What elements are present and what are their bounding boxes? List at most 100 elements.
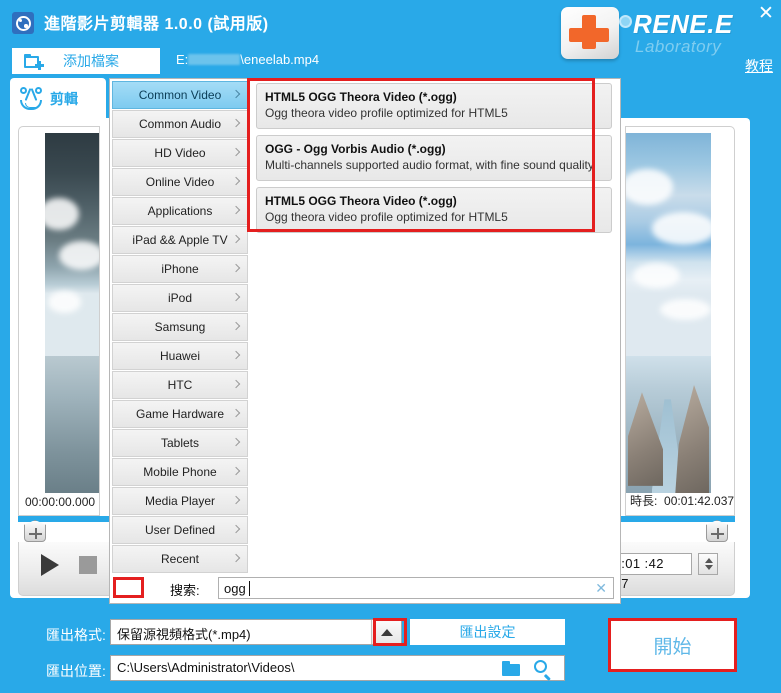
- logo-name: RENE.E: [633, 9, 733, 39]
- format-category-item[interactable]: Applications: [112, 197, 248, 225]
- close-icon[interactable]: ✕: [755, 4, 777, 26]
- export-format-value: 保留源視頻格式(*.mp4): [117, 627, 251, 642]
- chevron-right-icon: [231, 466, 241, 476]
- format-category-label: Online Video: [145, 175, 215, 189]
- format-category-label: Common Audio: [138, 117, 222, 131]
- format-category-item[interactable]: iPad && Apple TV: [112, 226, 248, 254]
- loaded-file-path: E: \eneelab.mp4: [176, 52, 319, 67]
- format-item-title: HTML5 OGG Theora Video (*.ogg): [265, 90, 457, 104]
- play-icon[interactable]: [41, 554, 59, 576]
- preview-start-frame: 00:00:00.000: [18, 126, 100, 516]
- application-window: 進階影片剪輯器 1.0.0 (試用版) RENE.E Laboratory ✕ …: [0, 0, 781, 693]
- chevron-right-icon: [231, 321, 241, 331]
- format-item-description: Multi-channels supported audio format, w…: [265, 158, 594, 172]
- chevron-right-icon: [231, 437, 241, 447]
- tab-edit-label: 剪輯: [50, 91, 78, 107]
- format-category-item[interactable]: Recent: [112, 545, 248, 573]
- format-category-label: Huawei: [159, 349, 201, 363]
- brand-logo: RENE.E Laboratory: [543, 3, 753, 71]
- stop-icon[interactable]: [79, 556, 97, 574]
- format-item-title: HTML5 OGG Theora Video (*.ogg): [265, 194, 457, 208]
- format-category-label: Media Player: [144, 494, 216, 508]
- chevron-up-icon[interactable]: [371, 620, 401, 644]
- format-category-item[interactable]: iPhone: [112, 255, 248, 283]
- chevron-right-icon: [231, 263, 241, 273]
- add-file-button[interactable]: 添加檔案: [12, 48, 160, 74]
- tab-edit[interactable]: 剪輯: [10, 78, 106, 120]
- format-search-row: 搜索: ogg ✕: [112, 577, 618, 601]
- format-category-item[interactable]: Media Player: [112, 487, 248, 515]
- export-location-value: C:\Users\Administrator\Videos\: [117, 660, 295, 675]
- format-category-item[interactable]: iPod: [112, 284, 248, 312]
- format-category-item[interactable]: Tablets: [112, 429, 248, 457]
- time-stepper[interactable]: [698, 553, 718, 575]
- format-category-item[interactable]: Mobile Phone: [112, 458, 248, 486]
- format-category-label: Recent: [160, 552, 200, 566]
- search-icon[interactable]: [534, 660, 552, 681]
- search-input[interactable]: ogg ✕: [218, 577, 614, 599]
- format-category-label: HTC: [167, 378, 193, 392]
- format-category-label: iPod: [167, 291, 193, 305]
- export-format-label: 匯出格式:: [46, 627, 106, 643]
- format-item-description: Ogg theora video profile optimized for H…: [265, 210, 508, 224]
- chevron-right-icon: [231, 234, 241, 244]
- start-button[interactable]: 開始: [610, 620, 735, 670]
- export-format-select[interactable]: 保留源視頻格式(*.mp4): [110, 619, 402, 645]
- chevron-right-icon: [231, 524, 241, 534]
- format-item-title: OGG - Ogg Vorbis Audio (*.ogg): [265, 142, 446, 156]
- folder-icon[interactable]: [502, 661, 520, 676]
- stepper-up-icon[interactable]: [705, 558, 713, 563]
- format-result-list: HTML5 OGG Theora Video (*.ogg) Ogg theora…: [252, 83, 616, 573]
- video-thumbnail-end: [626, 133, 711, 493]
- format-category-item[interactable]: HD Video: [112, 139, 248, 167]
- format-category-item[interactable]: Common Audio: [112, 110, 248, 138]
- format-category-item[interactable]: HTC: [112, 371, 248, 399]
- export-location-input[interactable]: C:\Users\Administrator\Videos\: [110, 655, 565, 681]
- film-reel-icon: [12, 12, 34, 34]
- search-highlight-box: [113, 577, 144, 598]
- format-category-list: Common Video Common Audio HD Video Online V…: [112, 81, 248, 575]
- chevron-right-icon: [231, 147, 241, 157]
- format-category-item[interactable]: User Defined: [112, 516, 248, 544]
- chevron-right-icon: [231, 205, 241, 215]
- format-category-item[interactable]: Game Hardware: [112, 400, 248, 428]
- chevron-right-icon: [231, 292, 241, 302]
- chevron-right-icon: [231, 118, 241, 128]
- page-title: 進階影片剪輯器 1.0.0 (試用版): [44, 16, 269, 33]
- duration-value: 00:01:42.037: [664, 494, 735, 508]
- preview-end-frame: 時長: 00:01:42.037: [625, 126, 735, 516]
- format-category-item[interactable]: Huawei: [112, 342, 248, 370]
- export-location-label: 匯出位置:: [46, 663, 106, 679]
- format-list-item[interactable]: OGG - Ogg Vorbis Audio (*.ogg) Multi-chan…: [256, 135, 612, 181]
- format-category-label: iPad && Apple TV: [132, 233, 228, 247]
- search-input-value: ogg: [222, 580, 250, 597]
- format-category-label: Mobile Phone: [143, 465, 217, 479]
- format-category-item[interactable]: Online Video: [112, 168, 248, 196]
- tutorial-link[interactable]: 教程: [745, 56, 773, 76]
- search-label: 搜索:: [170, 583, 200, 598]
- chevron-right-icon: [231, 176, 241, 186]
- stepper-down-icon[interactable]: [705, 565, 713, 570]
- format-category-item[interactable]: Samsung: [112, 313, 248, 341]
- format-category-label: HD Video: [154, 146, 206, 160]
- chevron-right-icon: [231, 350, 241, 360]
- chevron-right-icon: [231, 379, 241, 389]
- add-file-label: 添加檔案: [63, 53, 119, 69]
- end-duration: 時長: 00:01:42.037: [630, 492, 734, 509]
- format-category-label: Game Hardware: [135, 407, 225, 421]
- clear-search-icon[interactable]: ✕: [595, 580, 607, 597]
- format-dropdown-popup: Common Video Common Audio HD Video Online V…: [109, 78, 621, 604]
- chevron-right-icon: [231, 495, 241, 505]
- format-category-label: Samsung: [154, 320, 206, 334]
- export-settings-button[interactable]: 匯出設定: [410, 619, 565, 645]
- format-list-item[interactable]: HTML5 OGG Theora Video (*.ogg) Ogg theora…: [256, 83, 612, 129]
- format-category-item[interactable]: Common Video: [112, 81, 248, 109]
- format-category-label: Tablets: [160, 436, 200, 450]
- folder-plus-icon: [24, 54, 44, 70]
- chevron-right-icon: [231, 408, 241, 418]
- start-timestamp: 00:00:00.000: [25, 495, 96, 509]
- format-list-item[interactable]: HTML5 OGG Theora Video (*.ogg) Ogg theora…: [256, 187, 612, 233]
- duration-label: 時長:: [630, 494, 658, 508]
- chevron-right-icon: [231, 553, 241, 563]
- format-category-label: User Defined: [144, 523, 216, 537]
